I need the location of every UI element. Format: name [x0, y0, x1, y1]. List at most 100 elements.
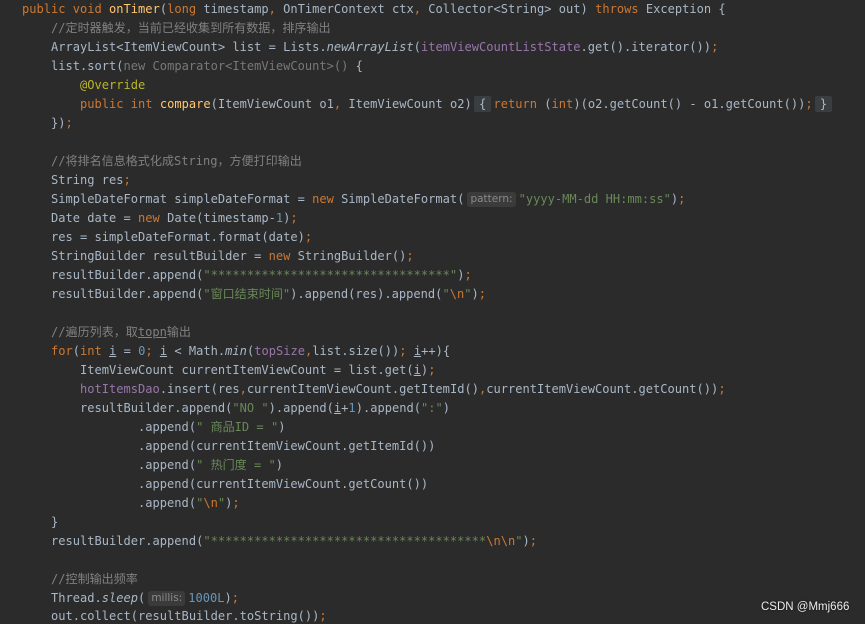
code-line[interactable]: //定时器触发，当前已经收集到所有数据，排序输出: [22, 19, 865, 38]
code-line[interactable]: ArrayList<ItemViewCount> list = Lists.ne…: [22, 38, 865, 57]
code-token: ;: [290, 211, 298, 225]
code-token: ): [278, 420, 286, 434]
code-line[interactable]: res = simpleDateFormat.format(date);: [22, 228, 865, 247]
code-token: String res: [22, 173, 124, 187]
code-token: .append(currentItemViewCount.getCount()): [22, 477, 429, 491]
code-token: Collector<String> out): [420, 2, 596, 16]
code-line[interactable]: Date date = new Date(timestamp-1);: [22, 209, 865, 228]
code-token: min: [225, 344, 247, 358]
code-line[interactable]: out.collect(resultBuilder.toString());: [22, 608, 865, 624]
code-token: hotItemsDao: [22, 382, 160, 396]
code-token: public void: [22, 2, 110, 16]
code-token: ;: [145, 344, 160, 358]
code-token: new: [138, 211, 160, 225]
code-token: (ItemViewCount o1: [210, 97, 334, 111]
code-token: out.collect(resultBuilder.toString()): [22, 609, 320, 623]
code-token: ItemViewCount o2): [341, 97, 479, 111]
code-line[interactable]: @Override: [22, 76, 865, 95]
code-line[interactable]: public int compare(ItemViewCount o1, Ite…: [22, 95, 865, 114]
code-line[interactable]: resultBuilder.append("窗口结束时间").append(re…: [22, 285, 865, 304]
code-line[interactable]: //将排名信息格式化成String，方便打印输出: [22, 152, 865, 171]
code-line[interactable]: for(int i = 0; i < Math.min(topSize,list…: [22, 342, 865, 361]
code-token: ;: [232, 496, 240, 510]
code-line[interactable]: });: [22, 114, 865, 133]
parameter-hint: millis:: [148, 591, 186, 606]
code-token: (: [159, 2, 168, 16]
code-line[interactable]: ItemViewCount currentItemViewCount = lis…: [22, 361, 865, 380]
code-line[interactable]: [22, 551, 865, 570]
code-line[interactable]: public void onTimer(long timestamp, OnTi…: [22, 0, 865, 19]
code-token: Date date =: [22, 211, 139, 225]
code-token: 输出: [166, 325, 191, 339]
code-token: "窗口结束时间": [203, 287, 291, 301]
code-token: " 商品ID = ": [196, 420, 279, 434]
code-line[interactable]: }: [22, 513, 865, 532]
code-token: StringBuilder(): [290, 249, 407, 263]
code-line[interactable]: String res;: [22, 171, 865, 190]
code-token: int: [80, 344, 110, 358]
code-token: onTimer: [109, 2, 160, 16]
code-line[interactable]: SimpleDateFormat simpleDateFormat = new …: [22, 190, 865, 209]
code-token: resultBuilder.append(: [22, 287, 204, 301]
code-line[interactable]: Thread.sleep(millis: 1000L);: [22, 589, 865, 608]
code-line[interactable]: resultBuilder.append("******************…: [22, 532, 865, 551]
code-token: //遍历列表，取: [22, 325, 138, 339]
code-line[interactable]: StringBuilder resultBuilder = new String…: [22, 247, 865, 266]
code-token: topn: [137, 325, 167, 339]
code-line[interactable]: hotItemsDao.insert(res,currentItemViewCo…: [22, 380, 865, 399]
code-token: ).append(: [355, 401, 421, 415]
code-token: //定时器触发，当前已经收集到所有数据，排序输出: [22, 21, 331, 35]
code-line[interactable]: [22, 304, 865, 323]
code-line[interactable]: //遍历列表，取topn输出: [22, 323, 865, 342]
code-token: ItemViewCount currentItemViewCount = lis…: [22, 363, 414, 377]
code-token: itemViewCountListState: [420, 40, 581, 54]
code-token: new: [268, 249, 291, 263]
code-token: ,: [268, 2, 276, 16]
folded-region[interactable]: }: [814, 96, 833, 112]
code-token: resultBuilder.append(: [22, 401, 233, 415]
code-token: "*********************************": [203, 268, 458, 282]
code-token: < Math.: [167, 344, 226, 358]
code-editor[interactable]: public void onTimer(long timestamp, OnTi…: [0, 0, 865, 624]
code-line[interactable]: resultBuilder.append("NO ").append(i+1).…: [22, 399, 865, 418]
code-line[interactable]: .append("\n");: [22, 494, 865, 513]
code-line[interactable]: [22, 133, 865, 152]
code-token: {: [348, 59, 363, 73]
code-token: 1000L: [188, 591, 225, 605]
code-line[interactable]: .append(currentItemViewCount.getItemId()…: [22, 437, 865, 456]
watermark: CSDN @Mmj666: [761, 601, 850, 613]
code-token: ,: [413, 2, 421, 16]
code-line[interactable]: .append(" 热门度 = "): [22, 456, 865, 475]
code-token: ,: [239, 382, 247, 396]
code-token: list.sort(: [22, 59, 124, 73]
code-line[interactable]: .append(" 商品ID = "): [22, 418, 865, 437]
code-token: ;: [464, 268, 472, 282]
code-token: newArrayList: [326, 40, 414, 54]
code-token: ): [442, 401, 450, 415]
code-token: i: [413, 363, 421, 377]
code-token: (: [138, 591, 146, 605]
code-token: ;: [65, 116, 73, 130]
code-token: //控制输出频率: [22, 572, 138, 586]
code-token: 1: [348, 401, 356, 415]
code-lines[interactable]: public void onTimer(long timestamp, OnTi…: [22, 0, 865, 624]
code-token: StringBuilder resultBuilder =: [22, 249, 269, 263]
code-line[interactable]: list.sort(new Comparator<ItemViewCount>(…: [22, 57, 865, 76]
code-token: compare: [159, 97, 211, 111]
code-line[interactable]: .append(currentItemViewCount.getCount()): [22, 475, 865, 494]
code-token: Exception {: [638, 2, 726, 16]
code-token: long: [167, 2, 197, 16]
code-token: ;: [123, 173, 131, 187]
code-token: ): [224, 591, 232, 605]
code-token: topSize: [254, 344, 305, 358]
code-line[interactable]: resultBuilder.append("******************…: [22, 266, 865, 285]
code-token: ): [275, 458, 284, 472]
code-token: ArrayList<ItemViewCount> list = Lists.: [22, 40, 327, 54]
code-token: resultBuilder.append(: [22, 268, 204, 282]
code-token: return: [486, 97, 538, 111]
code-token: ).append(: [268, 401, 334, 415]
code-line[interactable]: //控制输出频率: [22, 570, 865, 589]
code-token: resultBuilder.append(: [22, 534, 204, 548]
code-token: SimpleDateFormat simpleDateFormat =: [22, 192, 313, 206]
code-token: ): [471, 287, 479, 301]
